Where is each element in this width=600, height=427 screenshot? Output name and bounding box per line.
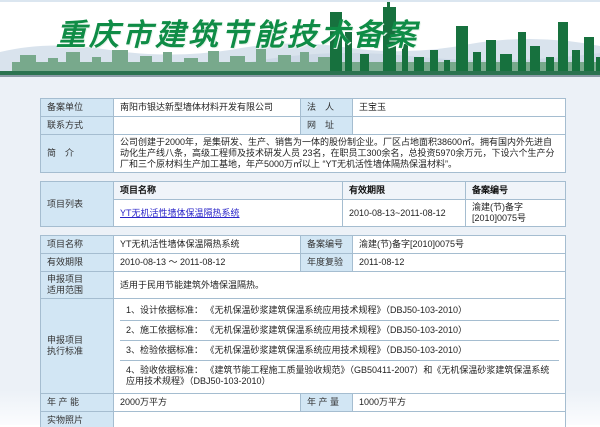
annual-output-label: 年 产 量 [301, 394, 353, 412]
standard-item: 2、施工依据标准： 《无机保温砂浆建筑保温系统应用技术规程》（DBJ50-103… [120, 321, 559, 341]
company-info-table: 备案单位 南阳市银达新型墙体材料开发有限公司 法 人 王宝玉 联系方式 网 址 … [40, 98, 566, 173]
project-number-cell: 渝建(节)备字[2010]0075号 [466, 200, 566, 227]
annual-review-label: 年度复验 [301, 254, 353, 272]
project-name-cell: YT无机活性墙体保温隔热系统 [114, 200, 343, 227]
filing-unit-label: 备案单位 [41, 99, 114, 117]
page: 重庆市建筑节能技术备案 备案单位 南阳市银达新型墙体材料开发有限公司 法 人 王… [0, 0, 600, 427]
contact-label: 联系方式 [41, 117, 114, 135]
table-row: YT无机活性墙体保温隔热系统 2010-08-13~2011-08-12 渝建(… [41, 200, 566, 227]
standard-item: 3、检验依据标准： 《无机保温砂浆建筑保温系统应用技术规程》（DBJ50-103… [120, 341, 559, 361]
content-area: 备案单位 南阳市银达新型墙体材料开发有限公司 法 人 王宝玉 联系方式 网 址 … [0, 75, 600, 425]
filing-number-label: 备案编号 [301, 236, 353, 254]
table-row: 项目列表 项目名称 有效期限 备案编号 [41, 182, 566, 200]
table-row: 实物照片 [41, 412, 566, 427]
table-row: 申报项目 执行标准 1、设计依据标准： 《无机保温砂浆建筑保温系统应用技术规程》… [41, 299, 566, 394]
standard-item: 1、设计依据标准： 《无机保温砂浆建筑保温系统应用技术规程》（DBJ50-103… [120, 301, 559, 321]
website-value [353, 117, 566, 135]
table-row: 项目名称 YT无机活性墙体保温隔热系统 备案编号 渝建(节)备字[2010]00… [41, 236, 566, 254]
annual-review-value: 2011-08-12 [353, 254, 566, 272]
scope-label: 申报项目 适用范围 [41, 272, 114, 299]
page-title: 重庆市建筑节能技术备案 [56, 10, 419, 54]
standard-item: 4、验收依据标准： 《建筑节能工程施工质量验收规范》（GB50411-2007）… [120, 361, 559, 391]
table-row: 简 介 公司创建于2000年，是集研发、生产、销售为一体的股份制企业。厂区占地面… [41, 135, 566, 173]
standards-label: 申报项目 执行标准 [41, 299, 114, 394]
website-label: 网 址 [301, 117, 353, 135]
valid-period-label: 有效期限 [41, 254, 114, 272]
project-list-label: 项目列表 [41, 182, 114, 227]
valid-period-value: 2010-08-13 ～ 2011-08-12 [114, 254, 301, 272]
table-row: 联系方式 网 址 [41, 117, 566, 135]
intro-label: 简 介 [41, 135, 114, 173]
project-name-label: 项目名称 [41, 236, 114, 254]
column-header-valid-period: 有效期限 [343, 182, 466, 200]
project-name-value: YT无机活性墙体保温隔热系统 [114, 236, 301, 254]
annual-capacity-value: 2000万平方 [114, 394, 301, 412]
annual-capacity-label: 年 产 能 [41, 394, 114, 412]
scope-value: 适用于民用节能建筑外墙保温隔热。 [114, 272, 566, 299]
column-header-project-name: 项目名称 [114, 182, 343, 200]
table-row: 年 产 能 2000万平方 年 产 量 1000万平方 [41, 394, 566, 412]
project-detail-table: 项目名称 YT无机活性墙体保温隔热系统 备案编号 渝建(节)备字[2010]00… [40, 235, 566, 427]
project-period-cell: 2010-08-13~2011-08-12 [343, 200, 466, 227]
legal-person-label: 法 人 [301, 99, 353, 117]
annual-output-value: 1000万平方 [353, 394, 566, 412]
photo-label: 实物照片 [41, 412, 114, 427]
filing-number-value: 渝建(节)备字[2010]0075号 [353, 236, 566, 254]
project-list-table: 项目列表 项目名称 有效期限 备案编号 YT无机活性墙体保温隔热系统 2010-… [40, 181, 566, 227]
contact-value [114, 117, 301, 135]
table-row: 备案单位 南阳市银达新型墙体材料开发有限公司 法 人 王宝玉 [41, 99, 566, 117]
project-name-link[interactable]: YT无机活性墙体保温隔热系统 [120, 208, 240, 218]
legal-person-value: 王宝玉 [353, 99, 566, 117]
table-row: 申报项目 适用范围 适用于民用节能建筑外墙保温隔热。 [41, 272, 566, 299]
table-row: 有效期限 2010-08-13 ～ 2011-08-12 年度复验 2011-0… [41, 254, 566, 272]
column-header-filing-number: 备案编号 [466, 182, 566, 200]
header-banner: 重庆市建筑节能技术备案 [0, 0, 600, 75]
standards-list: 1、设计依据标准： 《无机保温砂浆建筑保温系统应用技术规程》（DBJ50-103… [114, 299, 566, 394]
photo-value [114, 412, 566, 427]
intro-value: 公司创建于2000年，是集研发、生产、销售为一体的股份制企业。厂区占地面积386… [114, 135, 566, 173]
filing-unit-value: 南阳市银达新型墙体材料开发有限公司 [114, 99, 301, 117]
